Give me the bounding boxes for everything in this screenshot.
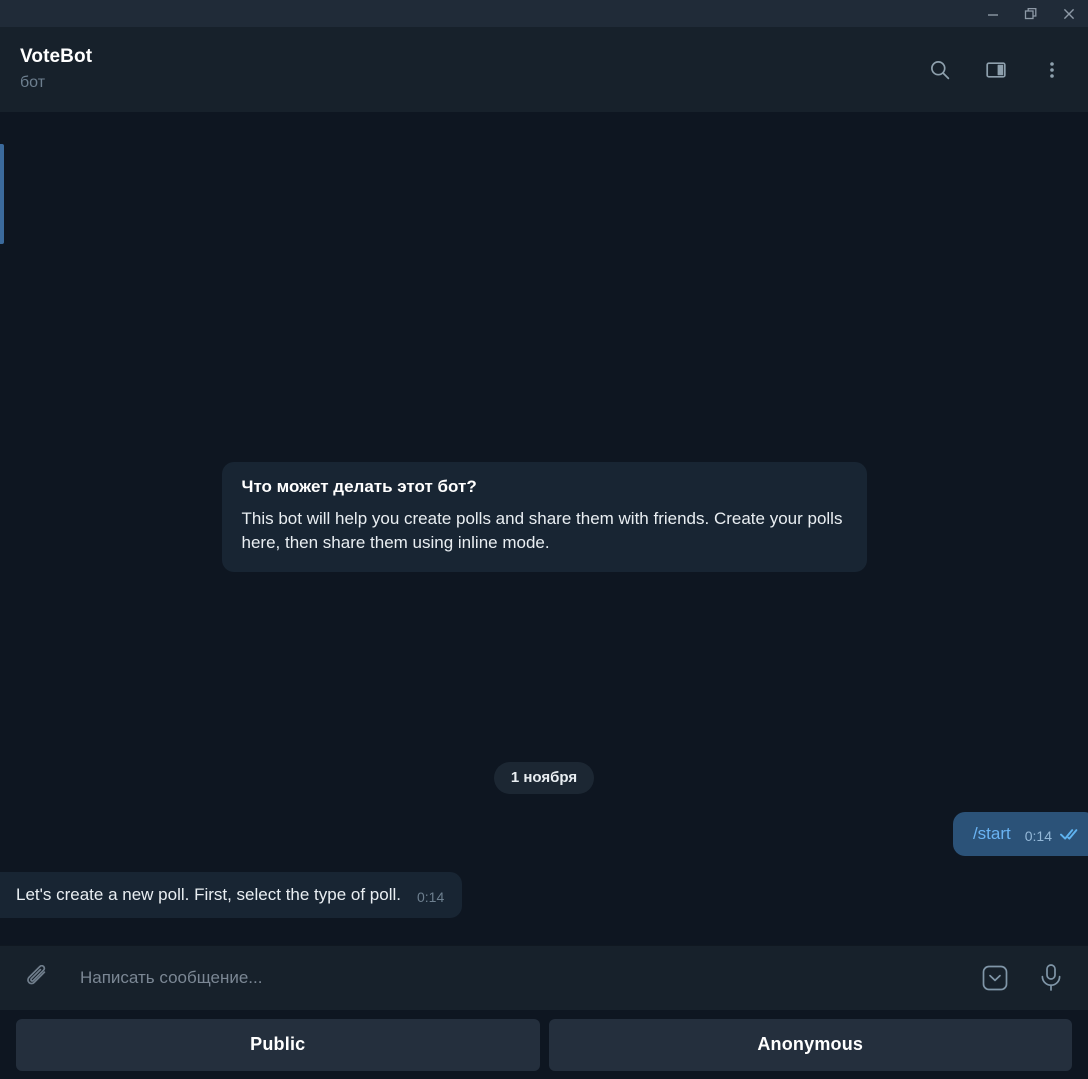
composer-actions: [978, 961, 1068, 995]
window-titlebar: [0, 0, 1088, 27]
bot-info-text: This bot will help you create polls and …: [241, 509, 843, 552]
telegram-window: VoteBot бот Что может делать этот бот? T…: [0, 0, 1088, 1079]
message-text: Let's create a new poll. First, select t…: [16, 885, 401, 904]
bot-keyboard-toggle-icon[interactable]: [978, 961, 1012, 995]
minimize-icon[interactable]: [974, 0, 1012, 27]
bot-keyboard-button-public[interactable]: Public: [16, 1018, 540, 1071]
voice-message-icon[interactable]: [1034, 961, 1068, 995]
restore-icon[interactable]: [1012, 0, 1050, 27]
search-icon[interactable]: [918, 48, 962, 92]
more-menu-icon[interactable]: [1030, 48, 1074, 92]
peer-status: бот: [20, 74, 46, 91]
close-icon[interactable]: [1050, 0, 1088, 27]
info-panel-icon[interactable]: [974, 48, 1018, 92]
message-meta: 0:14: [1025, 827, 1080, 846]
date-separator-row: 1 ноября: [0, 762, 1088, 794]
bot-keyboard-button-anonymous[interactable]: Anonymous: [548, 1018, 1072, 1071]
message-time: 0:14: [1024, 828, 1052, 844]
read-receipt-double-check-icon: [1060, 827, 1080, 846]
bot-keyboard: Public Anonymous: [0, 1010, 1088, 1079]
message-bubble-incoming[interactable]: Let's create a new poll. First, select t…: [0, 872, 463, 918]
date-separator: 1 ноября: [493, 762, 595, 794]
chat-header[interactable]: VoteBot бот: [0, 27, 1088, 112]
bot-info-title: Что может делать этот бот?: [241, 477, 477, 496]
attach-icon[interactable]: [18, 958, 58, 998]
message-composer: [0, 945, 1088, 1010]
unread-scroll-marker: [0, 144, 4, 244]
message-input[interactable]: [58, 966, 978, 990]
bot-command-link[interactable]: /start: [973, 823, 1011, 845]
message-row-incoming: Let's create a new poll. First, select t…: [0, 872, 463, 918]
bot-info-bubble[interactable]: Что может делать этот бот? This bot will…: [221, 462, 867, 572]
message-time: 0:14: [417, 889, 445, 905]
peer-name: VoteBot: [20, 46, 93, 67]
message-bubble-outgoing[interactable]: /start 0:14: [952, 812, 1088, 856]
message-row-outgoing: /start 0:14: [952, 812, 1088, 856]
header-actions: [918, 48, 1074, 92]
bot-info-row: Что может делать этот бот? This bot will…: [0, 462, 1088, 572]
peer-info[interactable]: VoteBot бот: [20, 45, 918, 94]
message-list[interactable]: Что может делать этот бот? This bot will…: [0, 112, 1088, 945]
